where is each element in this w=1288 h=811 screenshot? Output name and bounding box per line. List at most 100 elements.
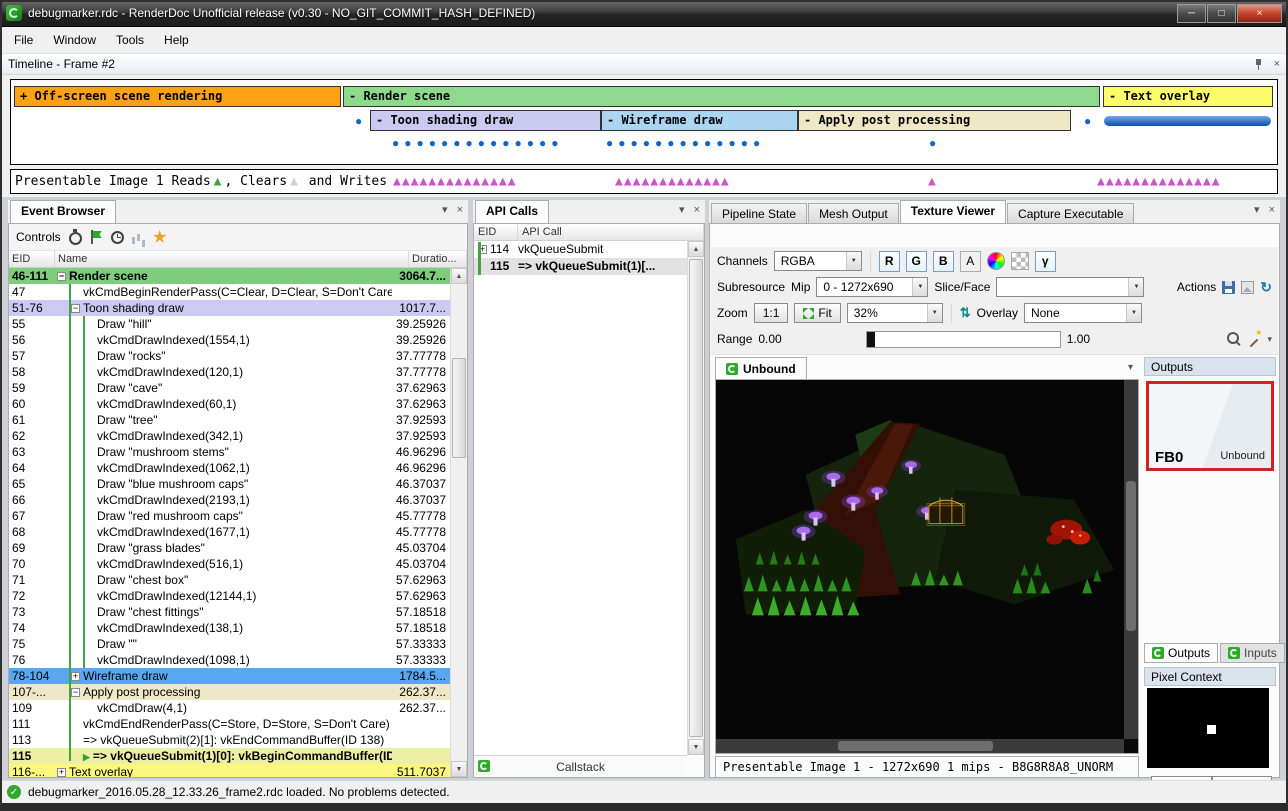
texture-image[interactable] — [716, 380, 1124, 739]
bookmark-flag-icon[interactable] — [90, 230, 103, 244]
overlay-select[interactable]: None ▼ — [1024, 303, 1142, 323]
dock-close-icon[interactable]: × — [694, 205, 700, 216]
event-row[interactable]: 62 vkCmdDrawIndexed(342,1) 37.92593 — [9, 428, 450, 444]
event-row[interactable]: 115 ▶=> vkQueueSubmit(1)[0]: vkBeginComm… — [9, 748, 450, 764]
event-row[interactable]: 65 Draw "blue mushroom caps" 46.37037 — [9, 476, 450, 492]
panel-tab[interactable]: Capture Executable — [1007, 203, 1134, 223]
scrollbar-thumb[interactable] — [1126, 481, 1136, 632]
event-row[interactable]: 56 vkCmdDrawIndexed(1554,1) 39.25926 — [9, 332, 450, 348]
red-channel-button[interactable]: R — [879, 251, 900, 272]
scrollbar-thumb[interactable] — [689, 259, 703, 737]
range-slider-handle[interactable] — [867, 332, 875, 347]
timeline-section-text-overlay[interactable]: - Text overlay — [1103, 86, 1273, 107]
minimize-button[interactable]: ─ — [1177, 4, 1206, 23]
panel-tab[interactable]: Pipeline State — [711, 203, 807, 223]
time-draws-icon[interactable] — [69, 232, 82, 245]
scroll-up-icon[interactable]: ▲ — [451, 268, 467, 284]
color-wheel-icon[interactable] — [987, 252, 1005, 270]
dock-menu-icon[interactable]: ▾ — [442, 205, 448, 216]
event-row[interactable]: 59 Draw "cave" 37.62963 — [9, 380, 450, 396]
expander-icon[interactable]: − — [71, 304, 80, 313]
event-row[interactable]: 78-104 +Wireframe draw 1784.5... — [9, 668, 450, 684]
slice-face-select[interactable]: ▼ — [996, 277, 1144, 297]
green-channel-button[interactable]: G — [906, 251, 927, 272]
draw-marker-dot[interactable]: ● — [355, 116, 362, 126]
dock-menu-icon[interactable]: ▾ — [1254, 205, 1260, 216]
event-row[interactable]: 72 vkCmdDrawIndexed(12144,1) 57.62963 — [9, 588, 450, 604]
timeline-section-render-scene[interactable]: - Render scene — [343, 86, 1100, 107]
event-row[interactable]: 76 vkCmdDrawIndexed(1098,1) 57.33333 — [9, 652, 450, 668]
scroll-up-icon[interactable]: ▲ — [688, 241, 704, 257]
close-button[interactable]: × — [1237, 4, 1282, 23]
wireframe-draw-dots[interactable]: ●●●●●●●●●●●●● — [606, 137, 765, 149]
event-row[interactable]: 47 vkCmdBeginRenderPass(C=Clear, D=Clear… — [9, 284, 450, 300]
channels-select[interactable]: RGBA ▼ — [774, 251, 862, 271]
autofit-wand-icon[interactable]: ★ — [1247, 332, 1261, 346]
texture-vertical-scrollbar[interactable] — [1124, 380, 1138, 739]
alpha-channel-button[interactable]: A — [960, 251, 981, 272]
event-row[interactable]: 71 Draw "chest box" 57.62963 — [9, 572, 450, 588]
timeline-track[interactable]: + Off-screen scene rendering - Render sc… — [10, 79, 1278, 165]
event-row[interactable]: 111 vkCmdEndRenderPass(C=Store, D=Store,… — [9, 716, 450, 732]
tab-outputs[interactable]: Outputs — [1144, 643, 1218, 663]
texture-horizontal-scrollbar[interactable] — [716, 739, 1124, 753]
panel-tab[interactable]: Texture Viewer — [900, 200, 1006, 223]
event-row[interactable]: 55 Draw "hill" 39.25926 — [9, 316, 450, 332]
range-slider[interactable] — [866, 331, 1061, 348]
dock-close-icon[interactable]: × — [457, 205, 463, 216]
event-row[interactable]: 61 Draw "tree" 37.92593 — [9, 412, 450, 428]
draw-marker-dot[interactable]: ● — [1084, 116, 1091, 126]
zoom-level-select[interactable]: 32% ▼ — [847, 303, 943, 323]
panel-tab[interactable]: Mesh Output — [808, 203, 899, 223]
event-row[interactable]: 57 Draw "rocks" 37.77778 — [9, 348, 450, 364]
event-row[interactable]: 51-76 −Toon shading draw 1017.7... — [9, 300, 450, 316]
maximize-button[interactable]: □ — [1207, 4, 1236, 23]
scroll-down-icon[interactable]: ▼ — [688, 739, 704, 755]
menu-item[interactable]: Tools — [106, 29, 154, 51]
tab-inputs[interactable]: Inputs — [1220, 643, 1285, 663]
chart-icon[interactable] — [132, 231, 145, 244]
texture-tab-chevron-icon[interactable]: ▾ — [1128, 362, 1133, 373]
texture-viewport[interactable] — [715, 379, 1139, 754]
gamma-button[interactable]: γ — [1035, 251, 1056, 272]
menu-item[interactable]: Window — [43, 29, 106, 51]
fb0-thumbnail[interactable]: FB0 Unbound — [1146, 381, 1274, 471]
scrollbar-thumb[interactable] — [838, 741, 993, 751]
api-calls-scrollbar[interactable]: ▲ ▼ — [687, 241, 704, 755]
event-row[interactable]: 69 Draw "grass blades" 45.03704 — [9, 540, 450, 556]
api-call-row[interactable]: 115 => vkQueueSubmit(1)[... — [474, 258, 687, 275]
pin-icon[interactable] — [1253, 59, 1264, 70]
event-row[interactable]: 64 vkCmdDrawIndexed(1062,1) 46.96296 — [9, 460, 450, 476]
event-row[interactable]: 60 vkCmdDrawIndexed(60,1) 37.62963 — [9, 396, 450, 412]
event-row[interactable]: 46-111 −Render scene 3064.7... — [9, 268, 450, 284]
tab-unbound-texture[interactable]: Unbound — [715, 357, 807, 379]
timeline-section-wireframe[interactable]: - Wireframe draw — [601, 110, 798, 131]
blue-channel-button[interactable]: B — [933, 251, 954, 272]
event-row[interactable]: 75 Draw "" 57.33333 — [9, 636, 450, 652]
open-image-icon[interactable] — [1241, 281, 1254, 294]
menu-item[interactable]: Help — [154, 29, 199, 51]
expander-icon[interactable]: + — [57, 768, 66, 777]
event-row[interactable]: 109 vkCmdDraw(4,1) 262.37... — [9, 700, 450, 716]
expander-icon[interactable]: − — [71, 688, 80, 697]
save-texture-icon[interactable] — [1222, 281, 1235, 294]
expander-icon[interactable]: − — [57, 272, 66, 281]
dock-close-icon[interactable]: × — [1269, 205, 1275, 216]
event-row[interactable]: 67 Draw "red mushroom caps" 45.77778 — [9, 508, 450, 524]
event-row[interactable]: 74 vkCmdDrawIndexed(138,1) 57.18518 — [9, 620, 450, 636]
clock-icon[interactable] — [111, 231, 124, 244]
menu-item[interactable]: File — [4, 29, 43, 51]
refresh-icon[interactable]: ↻ — [1260, 279, 1272, 296]
event-row[interactable]: 113 => vkQueueSubmit(2)[1]: vkEndCommand… — [9, 732, 450, 748]
toolbar-overflow-chevron-icon[interactable]: ▾ — [1267, 334, 1272, 345]
dock-menu-icon[interactable]: ▾ — [679, 205, 685, 216]
api-call-row[interactable]: +114 vkQueueSubmit — [474, 241, 687, 258]
flip-y-icon[interactable]: ⇅ — [960, 305, 971, 321]
zoom-fit-button[interactable]: Fit — [794, 303, 840, 323]
event-row[interactable]: 116-... +Text overlay 511.7037 — [9, 764, 450, 777]
toon-draw-dots[interactable]: ●●●●●●●●●●●●●● — [392, 137, 563, 149]
expander-icon[interactable]: + — [71, 672, 80, 681]
tab-api-calls[interactable]: API Calls — [475, 200, 549, 223]
event-row[interactable]: 66 vkCmdDrawIndexed(2193,1) 46.37037 — [9, 492, 450, 508]
event-row[interactable]: 70 vkCmdDrawIndexed(516,1) 45.03704 — [9, 556, 450, 572]
